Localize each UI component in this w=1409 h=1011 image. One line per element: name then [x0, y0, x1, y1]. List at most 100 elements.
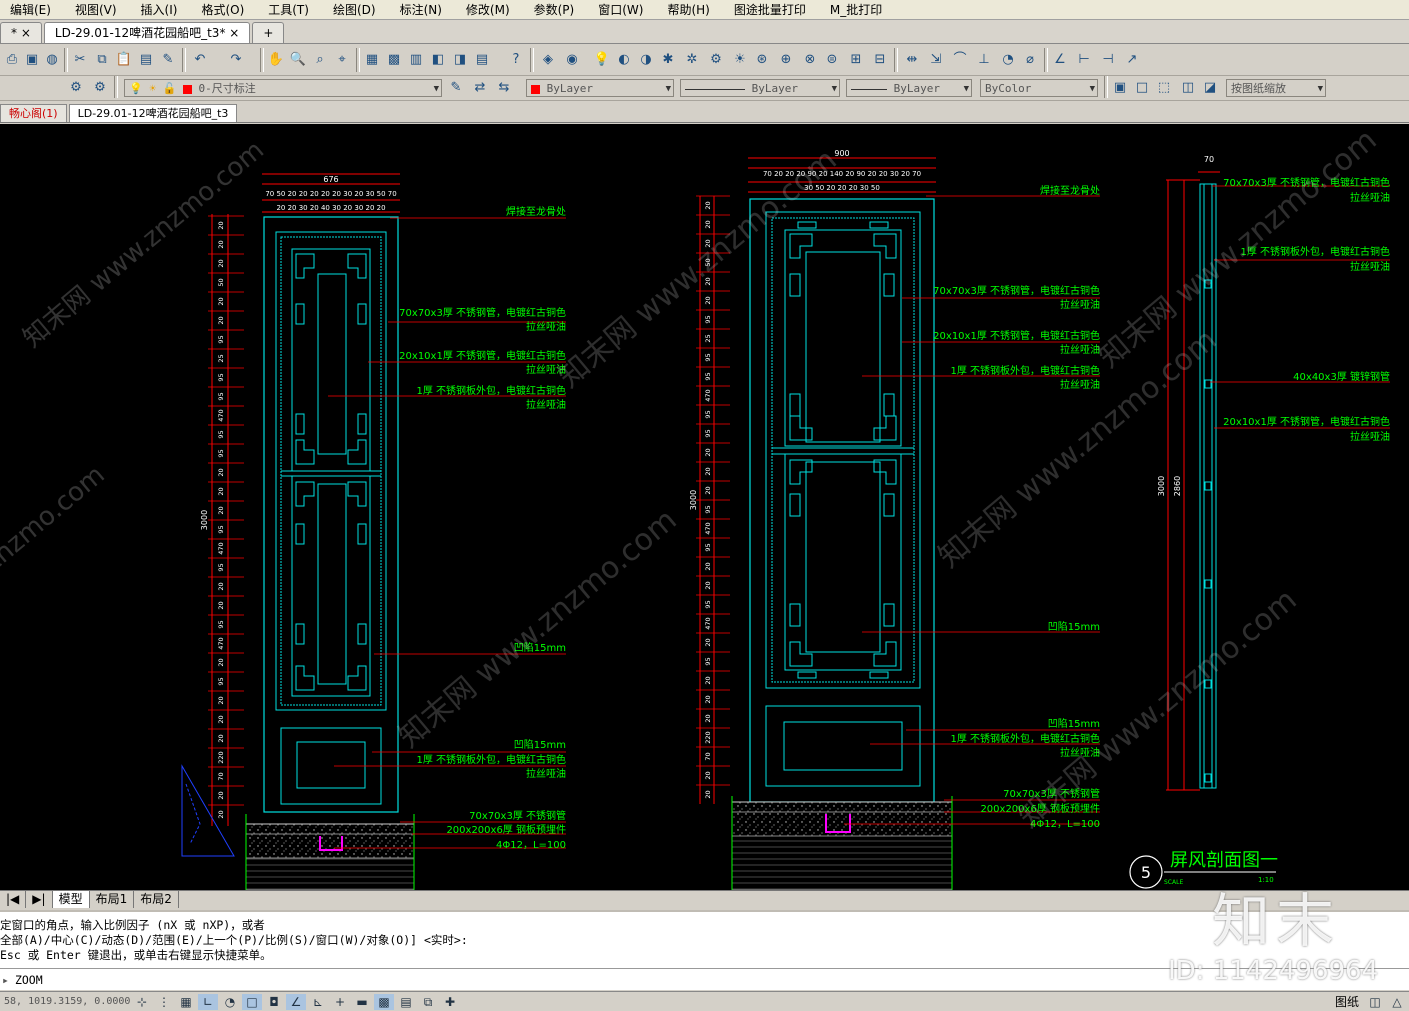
clip-viewport-icon[interactable]: ◫: [1178, 78, 1198, 98]
doc-tab-previous[interactable]: * ×: [0, 22, 42, 43]
file-tab-1[interactable]: 畅心阁(1): [0, 104, 67, 122]
scroll-first-icon[interactable]: |◀: [0, 890, 27, 908]
layer-off-icon[interactable]: ◑: [636, 50, 656, 70]
layer-merge-icon[interactable]: ⊜: [822, 50, 842, 70]
design-center-icon[interactable]: ▩: [384, 50, 404, 70]
zoom-window-icon[interactable]: ⌕: [310, 50, 330, 70]
markup-icon[interactable]: ◨: [450, 50, 470, 70]
tab-layout2[interactable]: 布局2: [134, 890, 179, 908]
layer-change-icon[interactable]: ⊗: [800, 50, 820, 70]
paste-special-icon[interactable]: ▤: [136, 50, 156, 70]
redo-icon[interactable]: ↷: [226, 50, 246, 70]
lineweight-icon[interactable]: ▬: [352, 994, 372, 1010]
dim-linear-icon[interactable]: ⇹: [902, 50, 922, 70]
menu-insert[interactable]: 插入(I): [131, 1, 192, 18]
scroll-last-icon[interactable]: ▶|: [26, 890, 53, 908]
cut-icon[interactable]: ✂: [70, 50, 90, 70]
ortho-icon[interactable]: ∟: [198, 993, 218, 1010]
copy-icon[interactable]: ⧉: [92, 50, 112, 70]
doc-tab-current[interactable]: LD-29.01-12啤酒花园船吧_t3* ×: [43, 22, 251, 43]
dim-baseline-icon[interactable]: ⊢: [1074, 50, 1094, 70]
menu-params[interactable]: 参数(P): [524, 1, 589, 18]
menu-help[interactable]: 帮助(H): [657, 1, 723, 18]
layer-thaw-icon[interactable]: ✲: [682, 50, 702, 70]
annotation-monitor-icon[interactable]: ✚: [440, 994, 460, 1010]
grid-icon[interactable]: ▦: [176, 994, 196, 1010]
infer-constraints-icon[interactable]: ⊹: [132, 994, 152, 1010]
object-viewport-icon[interactable]: ◪: [1200, 78, 1220, 98]
layer-unlock-icon[interactable]: ⊛: [752, 50, 772, 70]
dyn-icon[interactable]: +: [330, 994, 350, 1010]
menu-view[interactable]: 视图(V): [65, 1, 131, 18]
menu-m-print[interactable]: M_批打印: [820, 1, 896, 18]
snap-icon[interactable]: ⋮: [154, 994, 174, 1010]
lineweight-dropdown[interactable]: ByLayer ▼: [846, 79, 972, 97]
zoom-previous-icon[interactable]: ⌖: [332, 50, 352, 70]
menu-modify[interactable]: 修改(M): [456, 1, 524, 18]
layer-states-icon[interactable]: ◈: [538, 50, 558, 70]
plotstyle-dropdown[interactable]: ByColor ▼: [980, 79, 1098, 97]
close-icon[interactable]: ×: [229, 26, 239, 40]
transparency-icon[interactable]: ▩: [374, 993, 394, 1010]
layer-dropdown[interactable]: 💡 ☀ 🔓 0-尺寸标注 ▼: [124, 79, 442, 97]
dim-arc-icon[interactable]: ⌒: [950, 50, 970, 70]
quick-properties-icon[interactable]: ▤: [396, 994, 416, 1010]
pan-icon[interactable]: ✋: [266, 50, 286, 70]
dim-radius-icon[interactable]: ◔: [998, 50, 1018, 70]
help-icon[interactable]: ?: [506, 50, 526, 70]
properties-icon[interactable]: ▦: [362, 50, 382, 70]
publish-icon[interactable]: ◍: [42, 50, 62, 70]
viewport-icon[interactable]: ▣: [1110, 78, 1130, 98]
annotation-scale-icon[interactable]: △: [1387, 994, 1407, 1010]
tab-layout1[interactable]: 布局1: [90, 890, 135, 908]
preview-icon[interactable]: ▣: [22, 50, 42, 70]
menu-draw[interactable]: 绘图(D): [323, 1, 390, 18]
menu-edit[interactable]: 编辑(E): [0, 1, 65, 18]
menu-window[interactable]: 窗口(W): [588, 1, 657, 18]
menu-batch-print[interactable]: 图途批量打印: [724, 1, 820, 18]
layer-previous-icon[interactable]: ⚙: [90, 78, 110, 98]
plot-icon[interactable]: ⎙: [2, 50, 22, 70]
zoom-realtime-icon[interactable]: 🔍: [288, 50, 308, 70]
paste-icon[interactable]: 📋: [114, 50, 134, 70]
dim-diameter-icon[interactable]: ⌀: [1020, 50, 1040, 70]
menu-dimension[interactable]: 标注(N): [390, 1, 456, 18]
dim-continue-icon[interactable]: ⊣: [1098, 50, 1118, 70]
paper-button[interactable]: 图纸: [1329, 993, 1365, 1010]
drawing-canvas[interactable]: 676 70 50 20 20 20 20 20 30 20 30 50 70 …: [0, 124, 1409, 890]
polygon-viewport-icon[interactable]: ⬚: [1154, 78, 1174, 98]
make-current-icon[interactable]: ✎: [446, 78, 466, 98]
layer-properties-icon[interactable]: ⚙: [66, 78, 86, 98]
ducs-icon[interactable]: ⊾: [308, 994, 328, 1010]
dim-ordinate-icon[interactable]: ⊥: [974, 50, 994, 70]
linetype-dropdown[interactable]: ByLayer ▼: [680, 79, 840, 97]
layer-manager-icon[interactable]: ◉: [562, 50, 582, 70]
selection-cycling-icon[interactable]: ⧉: [418, 994, 438, 1010]
layer-isolate-icon[interactable]: ◐: [614, 50, 634, 70]
new-tab-button[interactable]: +: [252, 22, 285, 43]
tab-model[interactable]: 模型: [52, 890, 90, 908]
file-tab-2[interactable]: LD-29.01-12啤酒花园船吧_t3: [68, 104, 238, 122]
single-viewport-icon[interactable]: □: [1132, 78, 1152, 98]
dim-angular-icon[interactable]: ∠: [1050, 50, 1070, 70]
polar-icon[interactable]: ◔: [220, 994, 240, 1010]
layer-lock-icon[interactable]: ⚙: [706, 50, 726, 70]
match-properties-icon[interactable]: ✎: [158, 50, 178, 70]
viewport-icon[interactable]: ◫: [1365, 994, 1385, 1010]
sun-icon[interactable]: ☀: [730, 50, 750, 70]
layer-walk-icon[interactable]: ⊞: [846, 50, 866, 70]
layer-freeze-icon[interactable]: ✱: [658, 50, 678, 70]
menu-tools[interactable]: 工具(T): [258, 1, 323, 18]
layer-previous-icon[interactable]: ⇆: [494, 78, 514, 98]
calculator-icon[interactable]: ▤: [472, 50, 492, 70]
dim-aligned-icon[interactable]: ⇲: [926, 50, 946, 70]
osnap-icon[interactable]: □: [242, 993, 262, 1010]
tool-palettes-icon[interactable]: ▥: [406, 50, 426, 70]
viewport-scale-dropdown[interactable]: 按图纸缩放 ▼: [1226, 79, 1326, 97]
3dosnap-icon[interactable]: ◘: [264, 994, 284, 1010]
match-layer-icon[interactable]: ⇄: [470, 78, 490, 98]
color-dropdown[interactable]: ByLayer ▼: [526, 79, 674, 97]
otrack-icon[interactable]: ∠: [286, 993, 306, 1010]
layer-match-icon[interactable]: ⊕: [776, 50, 796, 70]
layer-delete-icon[interactable]: ⊟: [870, 50, 890, 70]
